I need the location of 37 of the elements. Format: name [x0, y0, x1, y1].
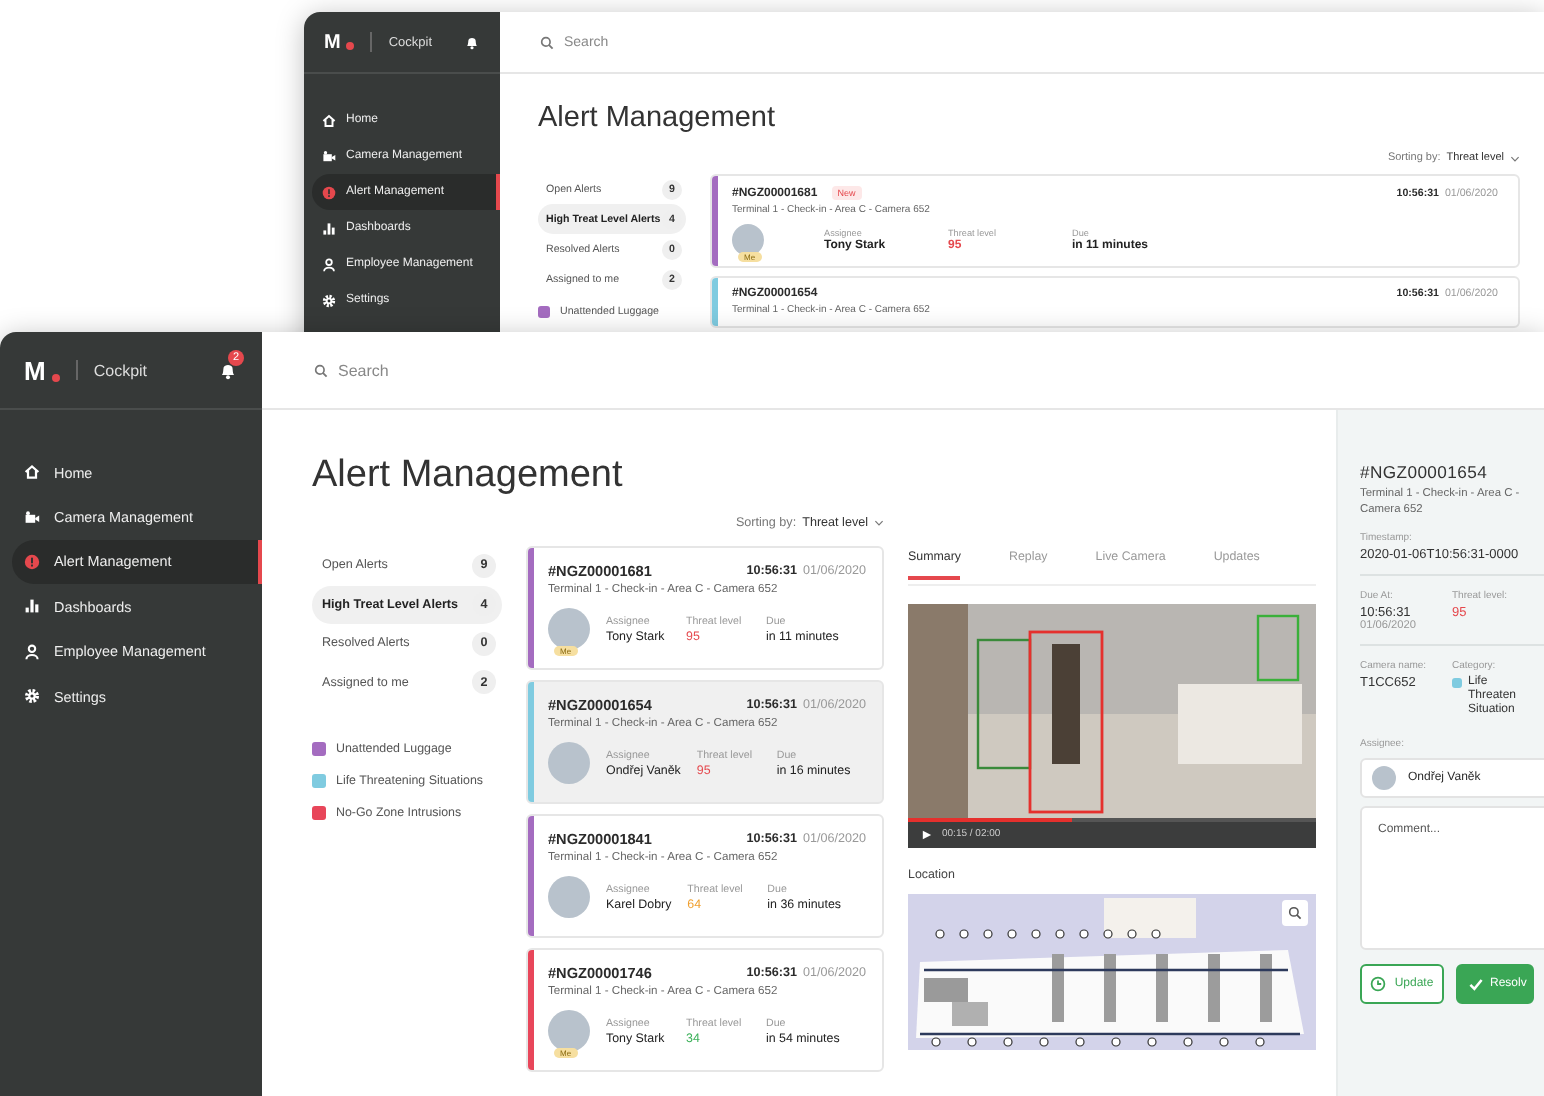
- avatar: [1372, 766, 1396, 791]
- bar-chart-icon: [322, 221, 336, 235]
- camera-icon: [24, 509, 40, 526]
- clock-icon: [1370, 976, 1387, 993]
- avatar: [732, 224, 764, 256]
- person-icon: [322, 257, 336, 271]
- bar-chart-icon: [24, 598, 40, 615]
- avatar: [548, 876, 590, 918]
- avatar: [548, 1010, 590, 1052]
- avatar: [548, 608, 590, 650]
- bell-icon[interactable]: [218, 360, 238, 380]
- check-icon: [1468, 976, 1484, 993]
- app-name: Cockpit: [93, 361, 150, 379]
- chevron-down-icon: [1510, 155, 1520, 161]
- gear-icon: [24, 688, 40, 705]
- page-title: Alert Management: [538, 102, 777, 134]
- search-icon: [314, 363, 328, 377]
- alert-id: #NGZ00001654: [1360, 462, 1490, 482]
- gear-icon: [322, 293, 336, 307]
- logo: M: [324, 31, 341, 53]
- search-icon: [540, 35, 554, 49]
- home-icon: [24, 464, 40, 481]
- alert-icon: [24, 553, 40, 570]
- home-icon: [322, 113, 336, 127]
- chevron-down-icon: [874, 519, 884, 525]
- search-icon: [1288, 905, 1302, 919]
- logo-dot-icon: [346, 42, 355, 50]
- camera-icon: [322, 149, 336, 163]
- logo-dot-icon: [51, 374, 60, 382]
- alert-icon: [322, 185, 336, 199]
- avatar: [548, 742, 590, 784]
- logo: M: [24, 355, 46, 385]
- play-icon[interactable]: [922, 829, 932, 839]
- page-title: Alert Management: [312, 454, 625, 498]
- bell-icon[interactable]: [464, 34, 480, 50]
- person-icon: [24, 643, 40, 660]
- zoom-button[interactable]: [1282, 899, 1308, 925]
